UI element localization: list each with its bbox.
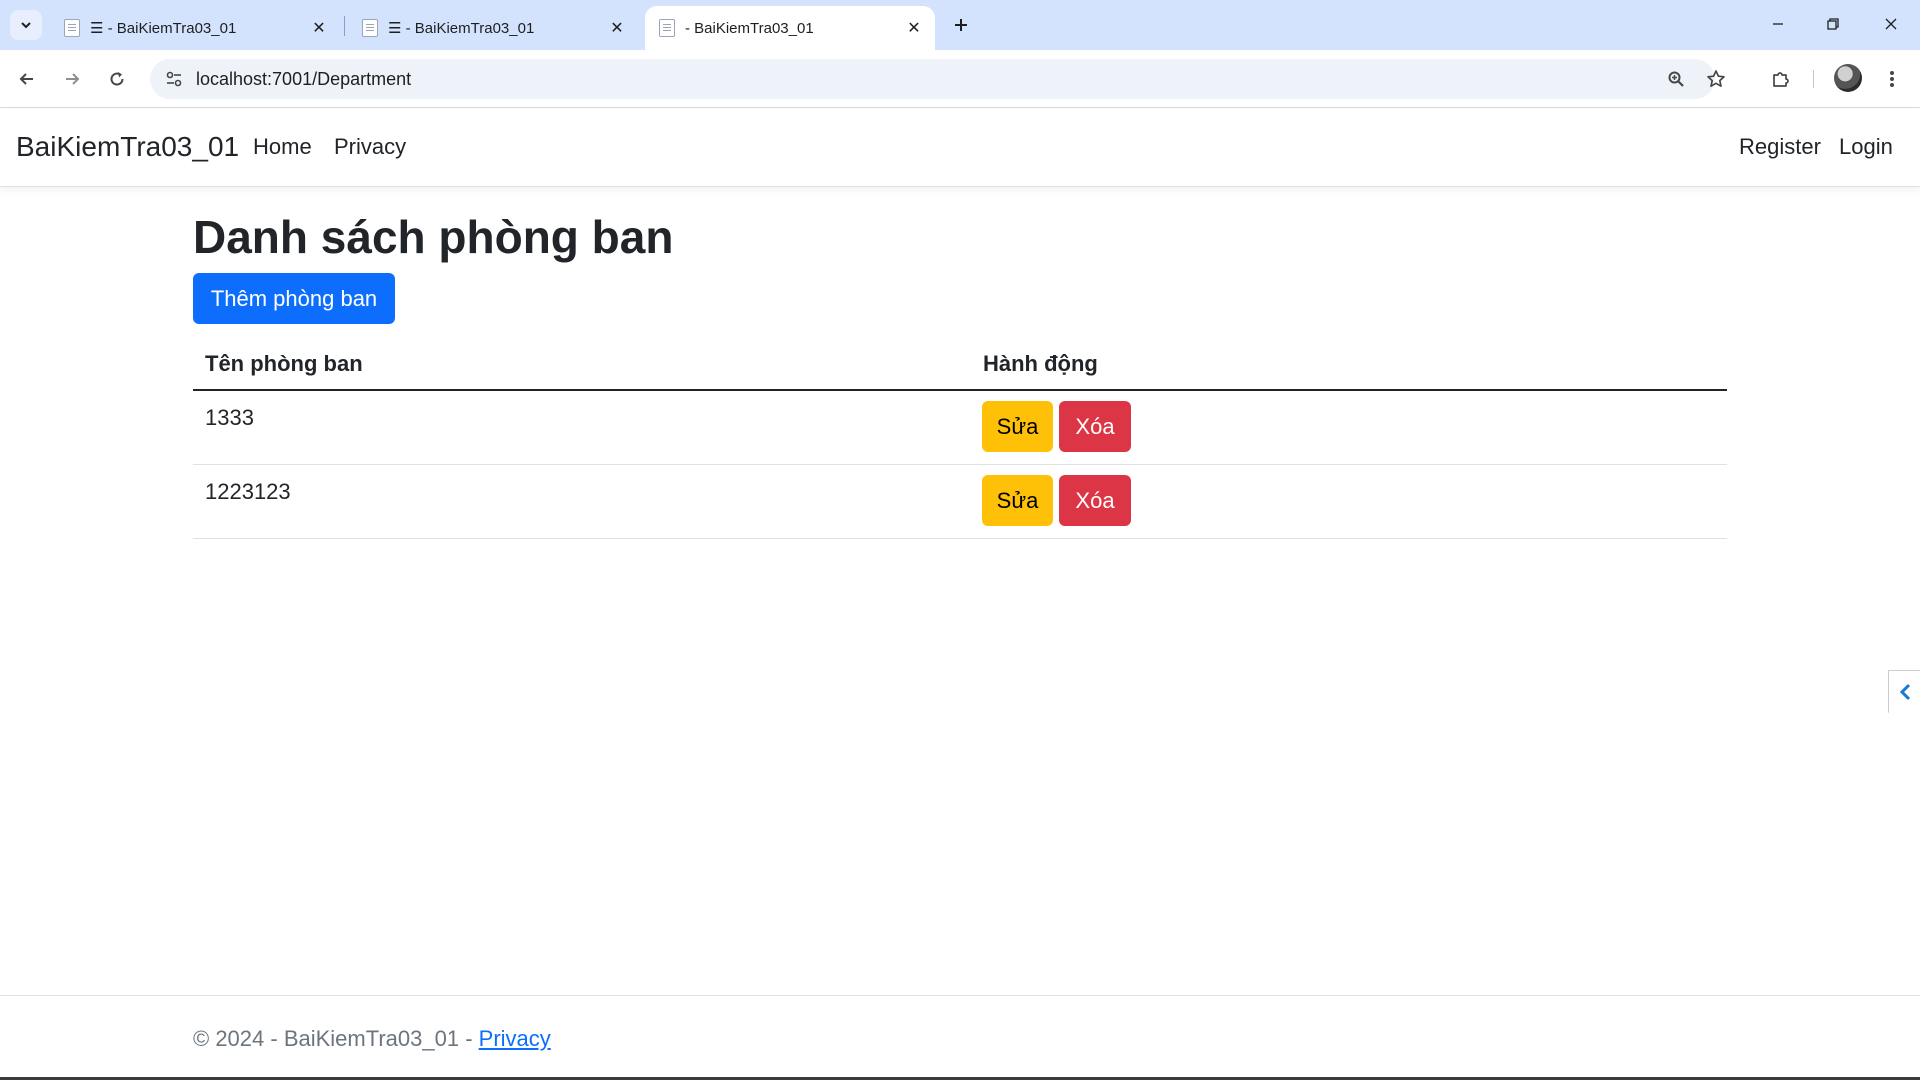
chevron-left-icon	[1899, 683, 1910, 701]
more-vertical-icon	[1890, 71, 1894, 87]
page-icon	[362, 19, 378, 37]
table-row: 1223123 Sửa Xóa	[193, 465, 1727, 539]
reload-button[interactable]	[100, 62, 134, 96]
edit-button[interactable]: Sửa	[982, 401, 1053, 452]
close-icon[interactable]: ✕	[310, 19, 328, 37]
restore-icon	[1827, 18, 1839, 30]
delete-button[interactable]: Xóa	[1059, 475, 1131, 526]
browser-tab-1[interactable]: ☰ - BaiKiemTra03_01 ✕	[50, 6, 340, 50]
column-header-name: Tên phòng ban	[205, 351, 363, 376]
minimize-button[interactable]	[1755, 8, 1801, 40]
add-department-button[interactable]: Thêm phòng ban	[193, 273, 395, 324]
department-table: Tên phòng ban Hành động 1333 Sửa Xóa 122…	[193, 340, 1727, 539]
department-name: 1333	[205, 405, 254, 430]
extensions-button[interactable]	[1764, 62, 1798, 96]
browser-tab-2[interactable]: ☰ - BaiKiemTra03_01 ✕	[348, 6, 638, 50]
forward-button[interactable]	[55, 62, 89, 96]
restore-button[interactable]	[1810, 8, 1856, 40]
close-icon[interactable]: ✕	[608, 19, 626, 37]
arrow-right-icon	[66, 73, 80, 85]
copyright-text: © 2024 - BaiKiemTra03_01 -	[193, 1026, 479, 1051]
nav-link-register[interactable]: Register	[1739, 134, 1821, 160]
arrow-left-icon	[19, 73, 33, 85]
reload-icon	[110, 72, 124, 86]
tab-separator	[344, 16, 345, 36]
new-tab-button[interactable]	[948, 12, 974, 38]
nav-link-home[interactable]: Home	[253, 134, 312, 160]
toolbar-divider	[1813, 70, 1814, 88]
site-footer: © 2024 - BaiKiemTra03_01 - Privacy	[0, 995, 1920, 1080]
page-icon	[64, 19, 80, 37]
footer-privacy-link[interactable]: Privacy	[479, 1026, 551, 1051]
tab-title: ☰ - BaiKiemTra03_01	[388, 20, 535, 37]
nav-link-privacy[interactable]: Privacy	[334, 134, 406, 160]
column-header-actions: Hành động	[983, 351, 1098, 376]
edit-button[interactable]: Sửa	[982, 475, 1053, 526]
url-text[interactable]: localhost:7001/Department	[196, 69, 411, 90]
browser-tabstrip: ☰ - BaiKiemTra03_01 ✕ ☰ - BaiKiemTra03_0…	[0, 0, 1920, 50]
browser-menu-button[interactable]	[1875, 62, 1909, 96]
puzzle-icon	[1773, 72, 1789, 87]
nav-link-login[interactable]: Login	[1839, 134, 1893, 160]
table-header: Tên phòng ban Hành động	[193, 340, 1727, 391]
plus-icon	[955, 19, 967, 31]
browser-toolbar: localhost:7001/Department	[0, 50, 1920, 108]
tab-search-button[interactable]	[10, 10, 42, 40]
close-window-button[interactable]	[1868, 8, 1914, 40]
profile-avatar[interactable]	[1834, 64, 1862, 92]
delete-button[interactable]: Xóa	[1059, 401, 1131, 452]
page-icon	[659, 19, 675, 37]
address-bar[interactable]: localhost:7001/Department	[150, 59, 1725, 99]
chevron-down-icon	[21, 22, 31, 29]
table-row: 1333 Sửa Xóa	[193, 391, 1727, 465]
back-button[interactable]	[10, 62, 44, 96]
brand-link[interactable]: BaiKiemTra03_01	[16, 131, 239, 163]
side-panel-toggle[interactable]	[1888, 670, 1920, 754]
site-info-icon[interactable]	[160, 65, 188, 93]
tab-title: ☰ - BaiKiemTra03_01	[90, 20, 237, 37]
department-name: 1223123	[205, 479, 291, 504]
site-navbar: BaiKiemTra03_01 Home Privacy Register Lo…	[0, 109, 1920, 187]
tab-title: - BaiKiemTra03_01	[685, 19, 814, 37]
zoom-icon[interactable]	[1662, 65, 1690, 93]
minimize-icon	[1773, 23, 1783, 25]
footer-text: © 2024 - BaiKiemTra03_01 - Privacy	[193, 1026, 551, 1052]
page-title: Danh sách phòng ban	[193, 211, 674, 263]
close-icon[interactable]: ✕	[905, 19, 923, 37]
close-icon	[1885, 18, 1897, 30]
browser-tab-3-active[interactable]: - BaiKiemTra03_01 ✕	[645, 6, 935, 50]
bookmark-star-icon[interactable]	[1702, 65, 1730, 93]
